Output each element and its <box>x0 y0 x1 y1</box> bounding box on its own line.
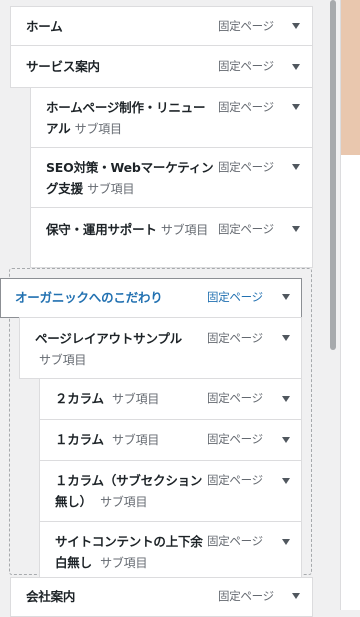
menu-item-title-text: ホームページ制作・リニューアル <box>46 100 206 136</box>
scrollbar-thumb[interactable] <box>330 0 336 350</box>
menu-item-title: ホーム <box>26 19 63 34</box>
menu-item-seo[interactable]: SEO対策・Webマーケティング支援 サブ項目 固定ページ <box>30 147 313 208</box>
menu-item-type: 固定ページ <box>207 534 263 548</box>
menu-item-type: 固定ページ <box>207 473 263 487</box>
menu-item-type: 固定ページ <box>207 290 263 304</box>
menu-item-title: SEO対策・Webマーケティング支援 サブ項目 <box>46 157 216 200</box>
chevron-down-icon[interactable] <box>282 539 290 545</box>
menu-item-title: オーガニックへのこだわり <box>15 290 163 305</box>
chevron-down-icon[interactable] <box>282 396 290 402</box>
menu-item-title-text: １カラム <box>55 432 104 447</box>
menu-item-layout-sample[interactable]: ページレイアウトサンプル サブ項目 固定ページ <box>19 317 302 379</box>
menu-item-title-text: 保守・運用サポート <box>46 222 157 237</box>
menu-item-subtitle: サブ項目 <box>100 495 148 509</box>
menu-item-title: ２カラム サブ項目 <box>55 388 159 410</box>
menu-item-type: 固定ページ <box>218 59 274 73</box>
menu-item-subtitle: サブ項目 <box>111 433 160 447</box>
chevron-down-icon[interactable] <box>292 64 300 70</box>
menu-item-subtitle: サブ項目 <box>160 223 209 237</box>
menu-item-type: 固定ページ <box>218 19 274 33</box>
menu-item-one-column[interactable]: １カラム サブ項目 固定ページ <box>39 419 302 461</box>
menu-item-title-text: ２カラム <box>55 391 104 406</box>
menu-item-title: １カラム サブ項目 <box>55 429 159 451</box>
menu-item-title-text: ページレイアウトサンプル <box>35 331 182 346</box>
menu-item-title: 保守・運用サポート サブ項目 <box>46 219 216 241</box>
menu-item-title: ホームページ制作・リニューアル サブ項目 <box>46 97 211 140</box>
menu-item-one-column-no-subsection[interactable]: １カラム（サブセクション無し） サブ項目 固定ページ <box>39 460 302 522</box>
menu-item-type: 固定ページ <box>218 589 274 603</box>
menu-item-no-margin[interactable]: サイトコンテントの上下余白無し サブ項目 固定ページ <box>39 521 302 581</box>
menu-item-type: 固定ページ <box>218 222 274 236</box>
menu-item-services[interactable]: サービス案内 固定ページ <box>10 45 313 88</box>
menu-item-type: 固定ページ <box>207 432 263 446</box>
menu-item-title: 会社案内 <box>26 589 76 604</box>
menu-item-web-production[interactable]: ホームページ制作・リニューアル サブ項目 固定ページ <box>30 87 313 148</box>
menu-item-company[interactable]: 会社案内 固定ページ <box>10 577 313 617</box>
menu-item-title: サイトコンテントの上下余白無し サブ項目 <box>55 531 205 574</box>
menu-item-subtitle: サブ項目 <box>87 182 135 196</box>
menu-item-title: １カラム（サブセクション無し） サブ項目 <box>55 470 205 513</box>
menu-item-subtitle: サブ項目 <box>74 122 122 136</box>
menu-item-organic[interactable]: オーガニックへのこだわり 固定ページ <box>0 278 302 318</box>
chevron-down-icon[interactable] <box>292 104 300 110</box>
chevron-down-icon[interactable] <box>292 593 300 599</box>
menu-item-title: サービス案内 <box>26 59 100 74</box>
chevron-down-icon[interactable] <box>282 437 290 443</box>
menu-item-title: ページレイアウトサンプル サブ項目 <box>35 328 205 371</box>
menu-item-type: 固定ページ <box>218 160 274 174</box>
menu-item-maintenance[interactable]: 保守・運用サポート サブ項目 固定ページ <box>30 207 313 268</box>
preview-image <box>341 0 360 155</box>
menu-item-subtitle: サブ項目 <box>111 392 160 406</box>
chevron-down-icon[interactable] <box>282 335 290 341</box>
menu-item-home[interactable]: ホーム 固定ページ <box>10 6 313 46</box>
chevron-down-icon[interactable] <box>282 294 290 300</box>
menu-item-type: 固定ページ <box>218 100 274 114</box>
menu-item-type: 固定ページ <box>207 331 263 345</box>
chevron-down-icon[interactable] <box>292 164 300 170</box>
chevron-down-icon[interactable] <box>282 478 290 484</box>
menu-item-subtitle: サブ項目 <box>39 353 87 367</box>
menu-item-subtitle: サブ項目 <box>100 556 148 570</box>
chevron-down-icon[interactable] <box>292 23 300 29</box>
chevron-down-icon[interactable] <box>292 226 300 232</box>
menu-item-type: 固定ページ <box>207 391 263 405</box>
menu-item-two-column[interactable]: ２カラム サブ項目 固定ページ <box>39 378 302 420</box>
